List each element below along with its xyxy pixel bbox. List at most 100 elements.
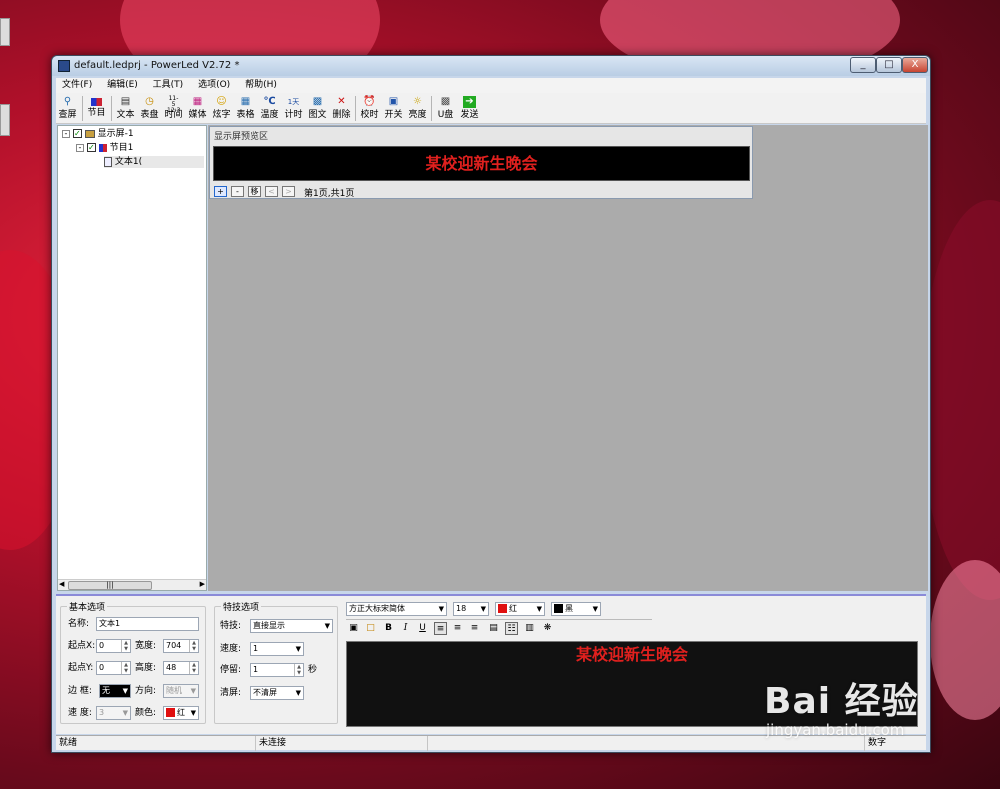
program-icon — [98, 143, 107, 152]
magnifier-icon: ⚲ — [63, 96, 72, 107]
align-center-icon[interactable]: ≡ — [451, 622, 464, 635]
open-folder-icon[interactable]: □ — [364, 622, 377, 635]
stay-label: 停留: — [220, 665, 242, 675]
collapse-icon[interactable]: - — [62, 129, 70, 138]
watermark-logo: Bai 经验 — [764, 681, 919, 722]
spin-icon[interactable]: ▲ ▼ — [121, 640, 130, 652]
scroll-left-icon[interactable]: ◀ — [59, 580, 64, 588]
dial-button[interactable]: ◷ 表盘 — [138, 94, 161, 123]
spin-icon[interactable]: ▲ ▼ — [294, 664, 303, 676]
align-left-icon[interactable]: ≡ — [434, 622, 447, 635]
zoom-out-button[interactable]: - — [231, 186, 244, 197]
border-select[interactable]: 无 ▼ — [99, 684, 131, 698]
alarm-clock-icon: ⏰ — [363, 96, 376, 107]
checkbox[interactable]: ✓ — [86, 143, 96, 152]
color-label: 颜色: — [135, 708, 157, 718]
background-color-select[interactable]: 黑 ▼ — [551, 602, 601, 616]
clear-select[interactable]: 不清屏 ▼ — [250, 686, 304, 700]
menu-options[interactable]: 选项(O) — [192, 78, 236, 93]
usb-button[interactable]: ▩ U盘 — [434, 94, 457, 123]
direction-select[interactable]: 随机 ▼ — [163, 684, 199, 698]
delete-button[interactable]: ✕ 删除 — [330, 94, 353, 123]
maximize-button[interactable]: □ — [876, 57, 902, 73]
color-swatch — [554, 604, 563, 613]
menu-file[interactable]: 文件(F) — [56, 78, 98, 93]
spin-icon[interactable]: ▲ ▼ — [189, 662, 198, 674]
dropdown-arrow-icon: ▼ — [480, 605, 486, 613]
spin-icon[interactable]: ▲ ▼ — [121, 662, 130, 674]
program-button[interactable]: 节目 — [85, 94, 108, 123]
close-button[interactable]: X — [902, 57, 928, 73]
italic-button[interactable]: I — [399, 622, 412, 635]
underline-button[interactable]: U — [416, 622, 429, 635]
fancy-text-button[interactable]: ☺ 炫字 — [210, 94, 233, 123]
timer-button[interactable]: 1天 计时 — [282, 94, 305, 123]
media-button[interactable]: ▦ 媒体 — [186, 94, 209, 123]
effect-options-legend: 特技选项 — [223, 603, 260, 613]
zoom-in-button[interactable]: + — [214, 186, 227, 197]
effect-speed-label: 速度: — [220, 644, 242, 654]
align-middle-icon[interactable]: ☷ — [505, 622, 518, 635]
horizontal-scrollbar[interactable]: ◀ ||| ▶ — [58, 579, 206, 590]
text-color-select[interactable]: 红 ▼ — [495, 602, 545, 616]
width-input[interactable]: 704 ▲ ▼ — [163, 639, 199, 653]
align-top-icon[interactable]: ▤ — [487, 622, 500, 635]
tree-node-screen[interactable]: - ✓ 显示屏-1 — [62, 128, 134, 140]
table-button[interactable]: ▦ 表格 — [234, 94, 257, 123]
bold-button[interactable]: B — [382, 622, 395, 635]
power-button[interactable]: ▣ 开关 — [382, 94, 405, 123]
program-icon — [91, 98, 102, 106]
temperature-icon: ℃ — [263, 96, 276, 107]
next-page-button[interactable]: > — [282, 186, 295, 197]
usb-icon: ▩ — [440, 96, 451, 107]
effect-select[interactable]: 直接显示 ▼ — [250, 619, 333, 633]
baidu-jingyan-watermark: Bai 经验 jingyan.baidu.com — [764, 683, 984, 773]
color-swatch — [498, 604, 507, 613]
font-select[interactable]: 方正大标宋简体 ▼ — [346, 602, 447, 616]
checkbox[interactable]: ✓ — [72, 129, 82, 138]
check-screen-button[interactable]: ⚲ 查屏 — [56, 94, 79, 123]
y-input[interactable]: 0 ▲ ▼ — [96, 661, 131, 675]
minimize-button[interactable]: _ — [850, 57, 876, 73]
scroll-thumb[interactable]: ||| — [68, 581, 152, 590]
menu-tools[interactable]: 工具(T) — [147, 78, 190, 93]
align-bottom-icon[interactable]: ▥ — [523, 622, 536, 635]
brightness-button[interactable]: ☼ 亮度 — [406, 94, 429, 123]
y-label: 起点Y: — [68, 663, 94, 673]
move-button[interactable]: 移 — [248, 186, 261, 197]
menu-edit[interactable]: 编辑(E) — [101, 78, 144, 93]
spin-icon[interactable]: ▲ ▼ — [189, 640, 198, 652]
status-ready: 就绪 — [56, 736, 256, 751]
x-input[interactable]: 0 ▲ ▼ — [96, 639, 131, 653]
font-size-select[interactable]: 18 ▼ — [453, 602, 489, 616]
temperature-button[interactable]: ℃ 温度 — [258, 94, 281, 123]
effect-speed-select[interactable]: 1 ▼ — [250, 642, 304, 656]
collapse-icon[interactable]: - — [76, 143, 84, 152]
speed-select[interactable]: 3 ▼ — [96, 706, 131, 720]
send-button[interactable]: ➔ 发送 — [458, 94, 481, 123]
tree-node-program[interactable]: - ✓ 节目1 — [76, 142, 133, 154]
vertical-center-icon[interactable]: ❋ — [541, 622, 554, 635]
image-text-button[interactable]: ▩ 图文 — [306, 94, 329, 123]
text-icon: ▤ — [120, 96, 131, 107]
stay-input[interactable]: 1 ▲ ▼ — [250, 663, 304, 677]
time-button[interactable]: 11-5 12:3 时间 — [162, 94, 185, 123]
text-button[interactable]: ▤ 文本 — [114, 94, 137, 123]
dropdown-arrow-icon: ▼ — [190, 709, 196, 717]
desktop-icon[interactable] — [0, 18, 10, 46]
sync-time-button[interactable]: ⏰ 校时 — [358, 94, 381, 123]
align-right-icon[interactable]: ≡ — [468, 622, 481, 635]
name-label: 名称: — [68, 619, 90, 629]
tree-node-text[interactable]: 文本1( — [104, 156, 204, 168]
save-icon[interactable]: ▣ — [347, 622, 360, 635]
height-input[interactable]: 48 ▲ ▼ — [163, 661, 199, 675]
toolbar-separator — [111, 96, 112, 121]
color-select[interactable]: 红 ▼ — [163, 706, 199, 720]
app-window: default.ledprj - PowerLed V2.72 * _ □ X … — [51, 55, 931, 753]
scroll-right-icon[interactable]: ▶ — [200, 580, 205, 588]
menu-help[interactable]: 帮助(H) — [239, 78, 283, 93]
prev-page-button[interactable]: < — [265, 186, 278, 197]
media-icon: ▦ — [192, 96, 203, 107]
desktop-icon[interactable] — [0, 104, 10, 136]
name-input[interactable]: 文本1 — [96, 617, 199, 631]
